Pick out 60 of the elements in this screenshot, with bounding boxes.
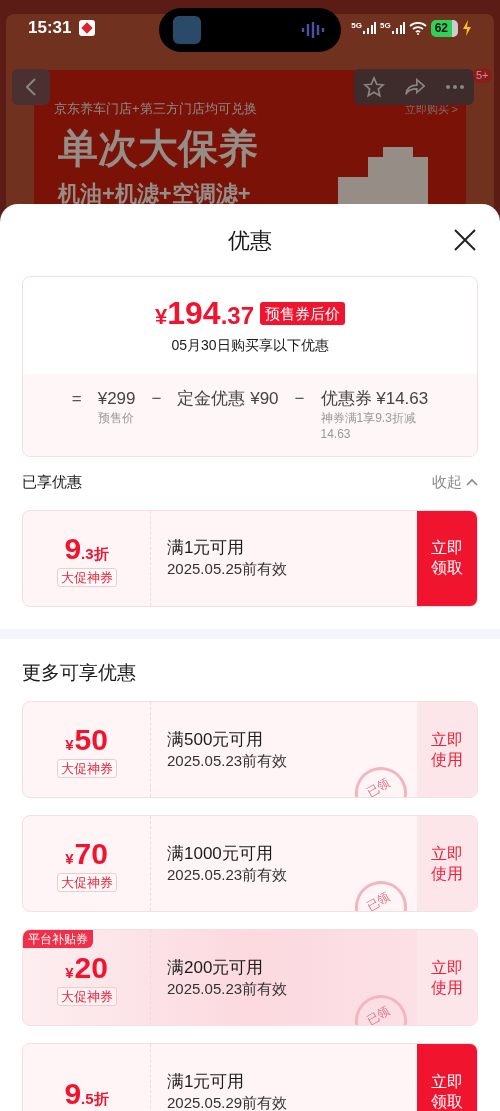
coupon-tag: 大促神券 [56,759,117,778]
final-price: ¥194.37 [155,297,254,329]
breakdown-value: 优惠券 ¥14.63 [320,388,429,410]
breakdown-value: 定金优惠 ¥90 [177,388,279,410]
coupon-expiry: 2025.05.25前有效 [167,559,289,579]
coupon-condition: 满500元可用 [167,728,265,751]
sheet-title: 优惠 [228,226,272,255]
chevron-icon [466,478,478,487]
breakdown-label: 预售价 [97,410,135,426]
coupon-condition: 满200元可用 [167,956,265,979]
coupon-action-button[interactable]: 立即领取 [417,510,477,606]
coupon-action-button[interactable]: 立即领取 [417,1044,477,1111]
coupon-condition: 满1元可用 [167,537,246,559]
breakdown-value: ¥299 [97,388,136,410]
coupon-action-button[interactable]: 立即使用 [417,702,477,797]
app-notification-icon [79,20,96,36]
close-icon[interactable] [454,229,476,251]
back-icon [26,78,36,96]
coupon-tag: 大促神券 [56,987,117,1006]
coupon-condition: 满1000元可用 [167,842,274,865]
coupon-expiry: 2025.05.29前有效 [167,1092,289,1111]
banner-subtitle: 机油+机滤+空调滤+ [58,183,251,205]
section-title: 更多可享优惠 [22,661,136,683]
coupon-value: 9.5折 [64,1078,109,1109]
app-thumbnail-icon [173,16,201,44]
more-icon[interactable] [444,84,465,90]
purchase-note: 05月30日购买享以下优惠 [171,336,329,355]
star-icon[interactable] [363,76,386,98]
coupon-expiry: 2025.05.23前有效 [167,750,289,771]
breakdown-label: 神券满1享9.3折减14.63 [320,410,417,442]
coupon-condition: 满1元可用 [167,1070,246,1093]
coupon-tag: 大促神券 [56,567,117,587]
back-button[interactable] [12,69,50,105]
section-title: 已享优惠 [22,472,82,492]
status-time: 15:31 [28,17,72,40]
coupon-value: ¥20 [65,953,108,983]
signal-icon [390,22,405,34]
coupon-action-button[interactable]: 立即使用 [417,816,477,911]
collapse-toggle[interactable]: 收起 [432,471,478,494]
network-label: 5G [379,22,391,30]
coupon-tag: 大促神券 [56,873,117,892]
wifi-icon [408,21,427,35]
coupon-expiry: 2025.05.23前有效 [167,864,289,885]
coupon-action-button[interactable]: 立即使用 [417,930,477,1025]
coupon-value: ¥50 [65,725,108,755]
coupon-ribbon: 平台补贴券 [23,930,93,948]
operator-symbol: − [151,388,162,410]
operator-symbol: − [294,388,305,410]
banner-title: 单次大保养 [58,128,258,168]
coupon-value: 9.3折 [64,533,109,564]
audio-wave-icon [299,21,327,39]
coupon-value: ¥70 [65,839,108,869]
operator-symbol: = [71,388,82,410]
price-tag: 预售券后价 [260,301,345,325]
banner-caption: 京东养车门店+第三方门店均可兑换 [54,100,257,118]
coupon-expiry: 2025.05.23前有效 [167,978,289,999]
share-icon[interactable] [404,77,426,97]
signal-icon [361,22,376,34]
network-label: 5G [351,22,362,30]
charging-icon [462,20,472,36]
